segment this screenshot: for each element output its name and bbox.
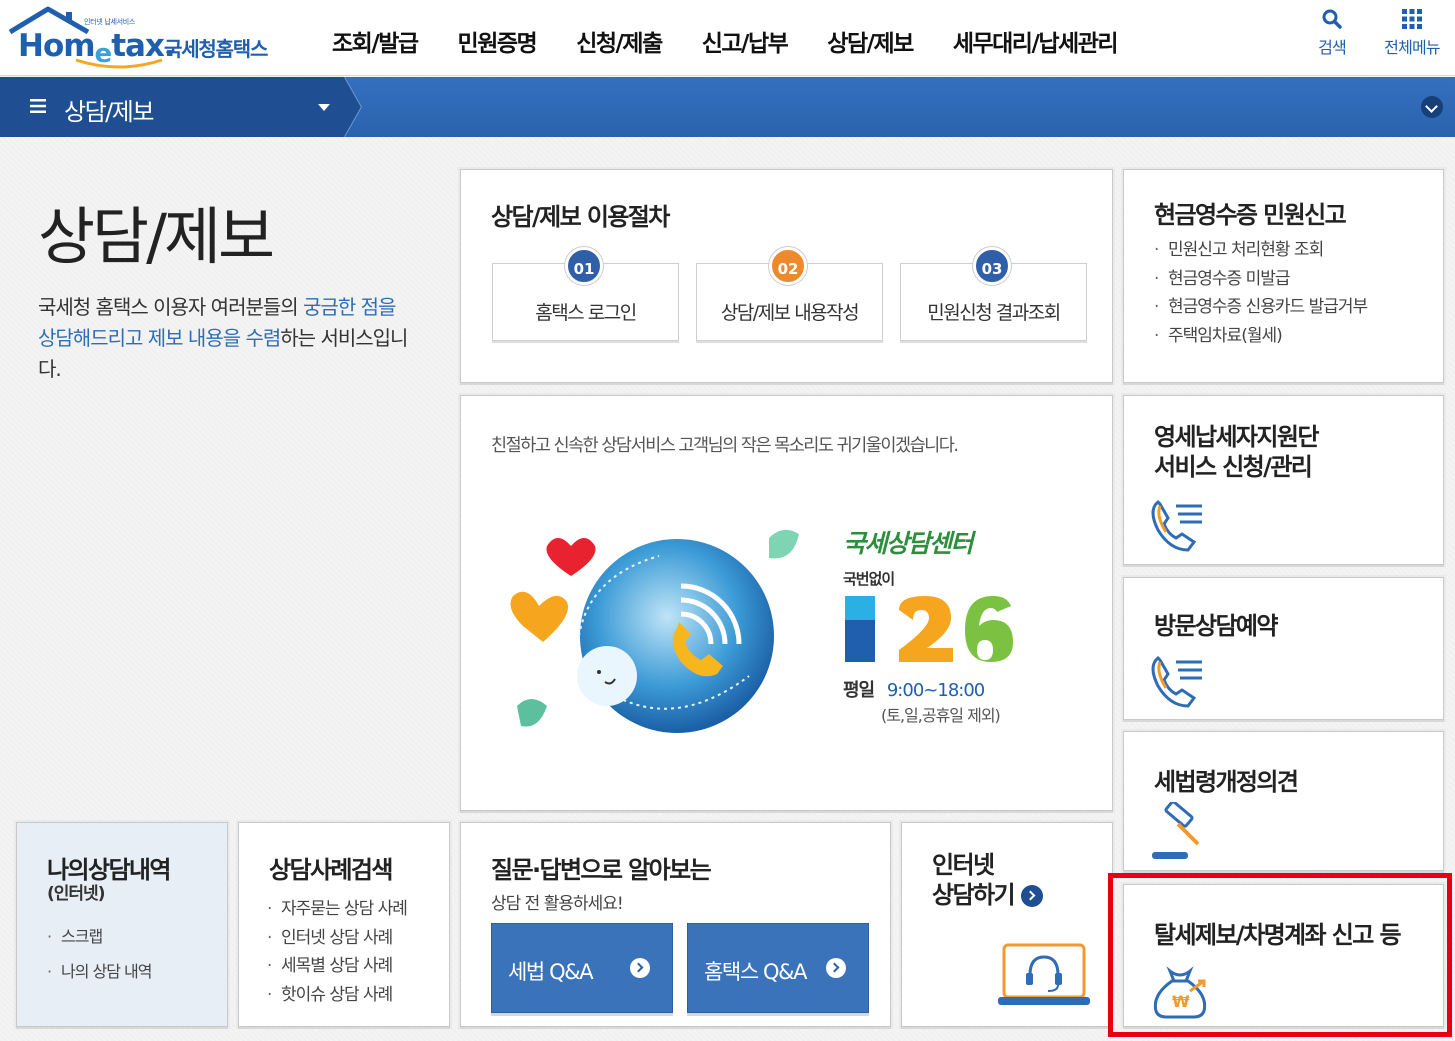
logo-tagline: 인터넷 납세서비스 (84, 18, 136, 26)
search-button[interactable]: 검색 (1297, 8, 1367, 58)
small-biz-support-card[interactable]: 영세납세자지원단 서비스 신청/관리 (1123, 395, 1444, 565)
case-search-card: 상담사례검색 자주묻는 상담 사례 인터넷 상담 사례 세목별 상담 사례 핫이… (238, 822, 450, 1027)
step-label: 홈택스 로그인 (535, 302, 637, 324)
section-title: 상담/제보 (64, 98, 154, 126)
grid-menu-icon (1402, 9, 1422, 29)
cases-list: 자주묻는 상담 사례 인터넷 상담 사례 세목별 상담 사례 핫이슈 상담 사례 (265, 895, 408, 1010)
list-item[interactable]: 자주묻는 상담 사례 (265, 895, 408, 924)
menu-apply[interactable]: 신청/제출 (576, 24, 663, 58)
logo-name: 국세청홈택스 (164, 37, 268, 61)
hometax-logo[interactable]: 인터넷 납세서비스 Hometax. 국세청홈택스 (8, 6, 288, 70)
tax-law-opinion-card[interactable]: 세법령개정의견 (1123, 731, 1444, 871)
phone-list-icon (1151, 499, 1202, 552)
money-bag-icon: ₩ (1153, 966, 1207, 1019)
menu-inquiry[interactable]: 조회/발급 (332, 24, 419, 58)
visit-title: 방문상담예약 (1154, 612, 1278, 640)
step-label: 상담/제보 내용작성 (720, 302, 860, 324)
hamburger-icon (30, 99, 46, 113)
search-icon (1322, 9, 1342, 29)
tax-law-qna-button[interactable]: 세법 Q&A (491, 923, 673, 1013)
step-number: 03 (973, 247, 1011, 285)
gavel-icon (1152, 802, 1200, 859)
button-label: 세법 Q&A (508, 960, 594, 984)
center-sub: 국번없이 (843, 570, 895, 588)
step-number: 01 (565, 247, 603, 285)
list-item[interactable]: 핫이슈 상담 사례 (265, 981, 407, 1010)
section-dropdown[interactable]: 상담/제보 (0, 77, 362, 137)
logo-swoosh-icon (75, 58, 163, 69)
center-name: 국세상담센터 (843, 529, 974, 558)
all-menu-label: 전체메뉴 (1384, 38, 1440, 57)
hometax-qna-button[interactable]: 홈택스 Q&A (687, 923, 869, 1013)
step-label: 민원신청 결과조회 (927, 302, 1061, 324)
list-item[interactable]: 인터넷 상담 사례 (265, 924, 407, 953)
list-item[interactable]: 현금영수증 미발급 (1152, 265, 1367, 294)
internet-consult-card[interactable]: 인터넷 상담하기 (901, 822, 1113, 1027)
list-item[interactable]: 세목별 상담 사례 (265, 952, 407, 981)
procedure-card: 상담/제보 이용절차 01 홈택스 로그인 02 상담/제보 내용작성 03 민… (460, 169, 1113, 383)
arrow-right-icon (1020, 885, 1043, 907)
dropdown-caret-icon (318, 104, 330, 111)
list-item[interactable]: 나의 상담 내역 (45, 954, 153, 989)
arrow-right-icon (826, 958, 846, 978)
bar-divider-shape (344, 77, 362, 137)
list-item[interactable]: 주택임차료(월세) (1152, 322, 1367, 351)
center-slogan: 친절하고 신속한 상담서비스 고객님의 작은 목소리도 귀기울이겠습니다. (491, 436, 959, 456)
intro-text: 국세청 홈택스 이용자 여러분들의 궁금한 점을 상담해드리고 제보 내용을 수… (38, 295, 408, 381)
step-number: 02 (769, 247, 807, 285)
visit-appointment-card[interactable]: 방문상담예약 (1123, 577, 1444, 720)
expand-chevron-icon[interactable] (1421, 96, 1443, 118)
search-label: 검색 (1318, 38, 1347, 57)
button-label: 홈택스 Q&A (704, 960, 808, 984)
my-consult-history-card[interactable]: 나의상담내역 (인터넷) 스크랩 나의 상담 내역 (16, 822, 228, 1027)
history-sub: (인터넷) (47, 884, 105, 904)
qna-sub: 상담 전 활용하세요! (491, 894, 624, 914)
arrow-right-icon (630, 958, 650, 978)
step-write[interactable]: 02 상담/제보 내용작성 (696, 247, 883, 341)
qna-card: 질문·답변으로 알아보는 상담 전 활용하세요! 세법 Q&A 홈택스 Q&A (460, 822, 891, 1027)
history-list: 스크랩 나의 상담 내역 (45, 919, 153, 989)
page-title: 상담/제보 (38, 200, 275, 273)
center-hours: 평일 9:00~18:00 (843, 680, 985, 701)
phone-list-icon (1151, 655, 1202, 708)
list-item[interactable]: 스크랩 (45, 919, 152, 954)
list-item[interactable]: 현금영수증 신용카드 발급거부 (1152, 293, 1368, 322)
small-biz-title: 영세납세자지원단 서비스 신청/관리 (1154, 423, 1319, 481)
step-result[interactable]: 03 민원신청 결과조회 (900, 247, 1087, 341)
svg-text:₩: ₩ (1172, 992, 1190, 1011)
global-header: 인터넷 납세서비스 Hometax. 국세청홈택스 조회/발급 민원증명 신청/… (0, 0, 1455, 76)
report-title: 탈세제보/차명계좌 신고 등 (1154, 921, 1402, 949)
cash-receipt-title: 현금영수증 민원신고 (1154, 201, 1347, 229)
sub-navigation-bar: 상담/제보 (0, 77, 1455, 137)
phone-number-126 (845, 596, 1013, 662)
cash-receipt-list: 민원신고 처리현황 조회 현금영수증 미발급 현금영수증 신용카드 발급거부 주… (1152, 236, 1368, 351)
cases-title: 상담사례검색 (269, 856, 393, 884)
center-note: (토,일,공휴일 제외) (881, 706, 1001, 725)
menu-certificates[interactable]: 민원증명 (458, 24, 538, 58)
qna-title: 질문·답변으로 알아보는 (491, 856, 712, 884)
list-item[interactable]: 민원신고 처리현황 조회 (1152, 236, 1367, 265)
laptop-headset-icon (998, 943, 1090, 1005)
menu-report-pay[interactable]: 신고/납부 (702, 24, 789, 58)
cash-receipt-card[interactable]: 현금영수증 민원신고 민원신고 처리현황 조회 현금영수증 미발급 현금영수증 … (1123, 169, 1444, 383)
law-title: 세법령개정의견 (1154, 768, 1299, 796)
step-login[interactable]: 01 홈택스 로그인 (492, 247, 679, 341)
menu-consult[interactable]: 상담/제보 (827, 24, 914, 58)
tax-evasion-report-card[interactable]: 탈세제보/차명계좌 신고 등 ₩ (1123, 884, 1444, 1027)
consult-center-banner: 친절하고 신속한 상담서비스 고객님의 작은 목소리도 귀기울이겠습니다. 국세… (460, 395, 1113, 811)
all-menu-button[interactable]: 전체메뉴 (1377, 8, 1447, 58)
procedure-title: 상담/제보 이용절차 (491, 203, 670, 231)
menu-tax-agent[interactable]: 세무대리/납세관리 (953, 24, 1119, 58)
internet-title: 인터넷 상담하기 (932, 850, 1043, 910)
main-menu: 조회/발급 민원증명 신청/제출 신고/납부 상담/제보 세무대리/납세관리 (332, 24, 1157, 58)
phone-globe-illustration (510, 529, 799, 733)
